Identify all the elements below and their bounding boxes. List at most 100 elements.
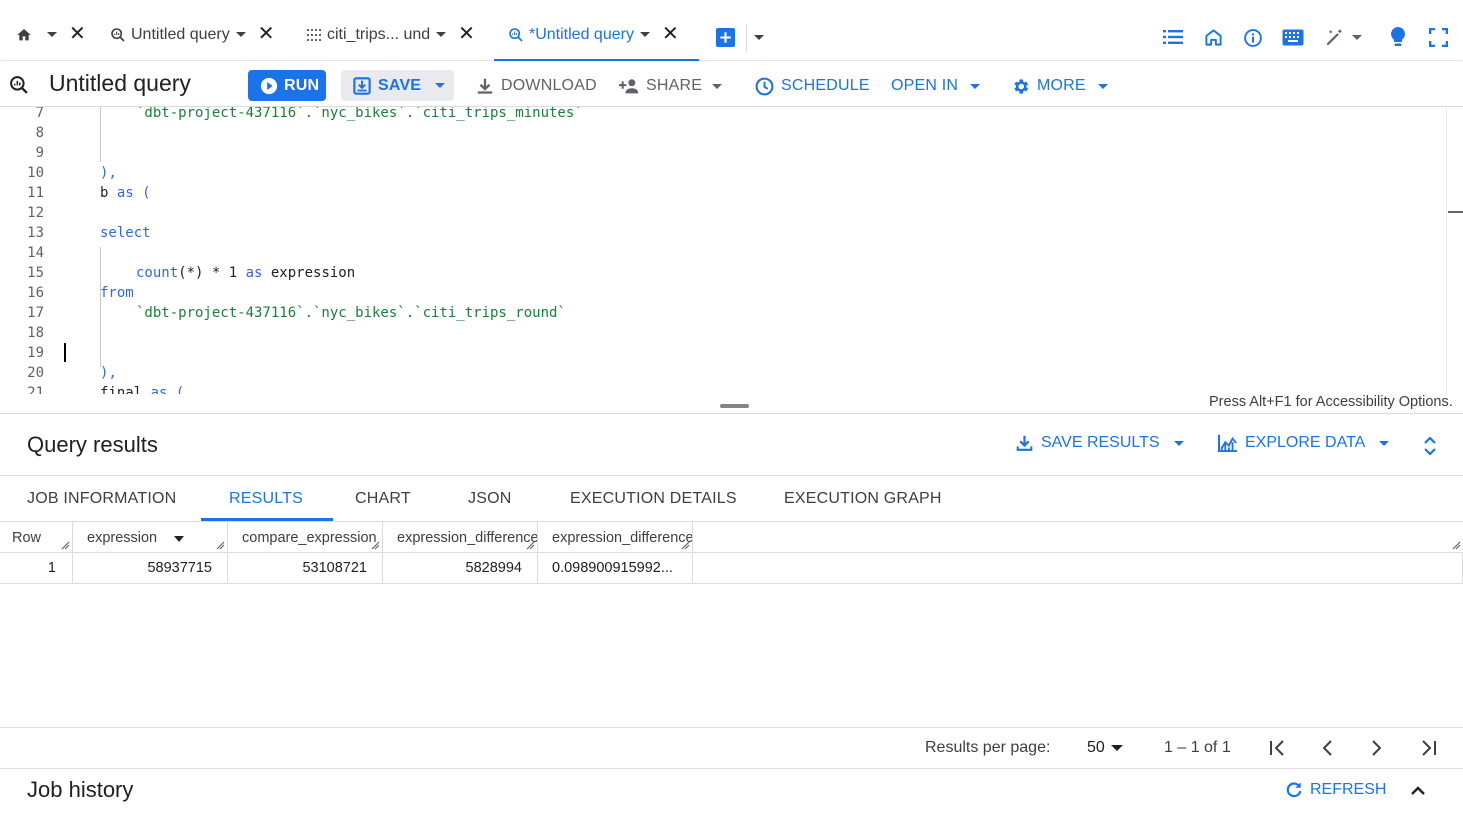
code-line: 18 <box>0 323 1446 343</box>
refresh-button[interactable]: REFRESH <box>1285 781 1386 799</box>
more-tabs-dropdown[interactable] <box>754 35 764 40</box>
list-icon[interactable] <box>1163 29 1183 45</box>
last-page-icon[interactable] <box>1419 739 1437 757</box>
play-icon <box>260 77 278 94</box>
close-icon[interactable]: ✕ <box>662 24 679 44</box>
run-button[interactable]: RUN <box>248 70 326 101</box>
tab-label: citi_trips... und <box>327 26 431 43</box>
sql-editor[interactable]: 7 `dbt-project-437116`.`nyc_bikes`.`citi_… <box>0 107 1463 394</box>
scrollbar-marker <box>1448 211 1463 213</box>
chevron-down-icon <box>1110 745 1123 751</box>
line-number: 8 <box>35 125 44 141</box>
table-cell[interactable]: 0.098900915992... <box>538 553 693 584</box>
column-resize-handle[interactable] <box>61 541 70 550</box>
column-resize-handle[interactable] <box>216 541 225 550</box>
line-number: 12 <box>27 205 44 221</box>
query-icon <box>9 75 29 95</box>
home-outline-icon[interactable] <box>1204 28 1223 47</box>
chevron-down-icon <box>1173 440 1184 446</box>
keyboard-icon[interactable] <box>1282 29 1304 46</box>
expand-collapse-icon[interactable] <box>1423 435 1437 457</box>
tab-home[interactable]: ✕ <box>16 14 86 61</box>
magic-wand-icon[interactable] <box>1324 28 1344 48</box>
new-tab-button[interactable] <box>716 28 735 47</box>
column-header-filler <box>693 521 1463 553</box>
explore-data-button[interactable]: EXPLORE DATA <box>1218 434 1390 452</box>
download-button[interactable]: DOWNLOAD <box>476 71 597 101</box>
table-cell-row-number: 1 <box>0 553 73 584</box>
chevron-down-icon <box>435 83 446 88</box>
code-line: 20), <box>0 363 1446 383</box>
more-button[interactable]: MORE <box>1011 71 1108 101</box>
tab-job-information[interactable]: JOB INFORMATION <box>27 476 176 521</box>
pane-resize-handle[interactable] <box>720 404 749 408</box>
line-number: 11 <box>27 185 44 201</box>
close-icon[interactable]: ✕ <box>458 24 475 44</box>
download-icon <box>1016 435 1033 451</box>
close-icon[interactable]: ✕ <box>69 24 86 44</box>
tab-chart[interactable]: CHART <box>355 476 411 521</box>
column-header-expression-difference-percent[interactable]: expression_difference_percent <box>538 521 693 553</box>
column-resize-handle[interactable] <box>371 541 380 550</box>
chevron-down-icon[interactable] <box>47 32 57 37</box>
table-cell[interactable]: 58937715 <box>73 553 228 584</box>
chevron-down-icon[interactable] <box>1352 35 1362 40</box>
table-cell-filler <box>693 553 1463 584</box>
share-button[interactable]: SHARE <box>619 71 723 101</box>
column-resize-handle[interactable] <box>681 541 690 550</box>
line-number: 17 <box>27 305 44 321</box>
tab-execution-graph[interactable]: EXECUTION GRAPH <box>784 476 942 521</box>
chevron-down-icon[interactable] <box>639 32 650 37</box>
query-results-title: Query results <box>27 432 158 457</box>
info-icon[interactable] <box>1243 28 1263 48</box>
lightbulb-icon[interactable] <box>1390 27 1406 48</box>
column-header-compare-expression[interactable]: compare_expression <box>228 521 383 553</box>
line-number: 7 <box>35 107 44 121</box>
editor-scrollbar[interactable] <box>1446 107 1463 394</box>
collapse-icon[interactable] <box>1410 785 1426 796</box>
schedule-button[interactable]: SCHEDULE <box>755 71 870 101</box>
refresh-icon <box>1286 782 1302 798</box>
column-header-expression-difference[interactable]: expression_difference <box>383 521 538 553</box>
tab-json[interactable]: JSON <box>468 476 511 521</box>
tab-citi-trips[interactable]: citi_trips... und ✕ <box>306 14 475 61</box>
previous-page-icon[interactable] <box>1320 739 1334 757</box>
code-line: 14 <box>0 243 1446 263</box>
job-history-title: Job history <box>27 777 134 802</box>
code-text: select <box>100 225 151 241</box>
tab-results[interactable]: RESULTS <box>200 476 334 521</box>
save-results-button[interactable]: SAVE RESULTS <box>1016 434 1184 452</box>
column-resize-handle[interactable] <box>1452 541 1461 550</box>
table-icon <box>306 27 322 43</box>
sort-descending-icon[interactable] <box>174 536 184 542</box>
code-text: ), <box>100 365 117 381</box>
code-line: 7 `dbt-project-437116`.`nyc_bikes`.`citi_… <box>0 107 1446 123</box>
table-cell[interactable]: 5828994 <box>383 553 538 584</box>
chevron-down-icon[interactable] <box>235 32 246 37</box>
query-toolbar: Untitled query RUN SAVE DOWNLOAD SHARE S… <box>0 61 1463 107</box>
clock-icon <box>755 77 774 95</box>
code-text: `dbt-project-437116`.`nyc_bikes`.`citi_t… <box>136 305 566 321</box>
table-cell[interactable]: 53108721 <box>228 553 383 584</box>
tab-label: Untitled query <box>131 26 230 43</box>
first-page-icon[interactable] <box>1269 739 1287 757</box>
chevron-down-icon <box>1379 440 1390 446</box>
save-button[interactable]: SAVE <box>341 70 454 101</box>
line-number: 14 <box>27 245 44 261</box>
query-title[interactable]: Untitled query <box>49 70 191 97</box>
column-header-row[interactable]: Row <box>0 521 73 553</box>
close-icon[interactable]: ✕ <box>258 24 275 44</box>
tab-active-untitled-query[interactable]: *Untitled query ✕ <box>494 14 699 62</box>
column-header-expression[interactable]: expression <box>73 521 228 553</box>
tab-execution-details[interactable]: EXECUTION DETAILS <box>570 476 737 521</box>
tab-untitled-query[interactable]: Untitled query ✕ <box>110 14 274 61</box>
fullscreen-icon[interactable] <box>1429 28 1448 47</box>
code-text: `dbt-project-437116`.`nyc_bikes`.`citi_t… <box>136 107 583 121</box>
results-per-page-select[interactable]: 50 <box>1087 739 1123 757</box>
open-in-button[interactable]: OPEN IN <box>891 71 981 101</box>
home-icon <box>16 27 32 43</box>
next-page-icon[interactable] <box>1370 739 1384 757</box>
column-resize-handle[interactable] <box>526 541 535 550</box>
code-line: 9 <box>0 143 1446 163</box>
chevron-down-icon[interactable] <box>436 32 447 37</box>
